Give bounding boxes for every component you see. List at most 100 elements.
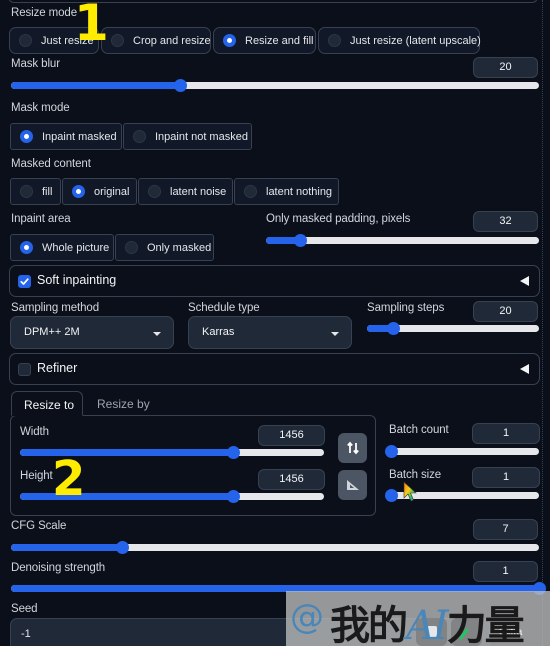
radio-selected-icon [72,185,85,198]
watermark-text-ai: AI [406,603,449,646]
only-masked-padding-input[interactable]: 32 [473,211,538,232]
slider-fill [11,82,180,89]
batch-size-label: Batch size [389,469,442,481]
option-label: Inpaint not masked [155,130,248,143]
sampling-method-value: DPM++ 2M [24,326,80,338]
inpaint-area-only-masked[interactable]: Only masked [115,234,214,261]
only-masked-padding-label: Only masked padding, pixels [266,213,411,225]
option-label: Whole picture [42,241,110,254]
refiner-accordion[interactable]: Refiner [9,353,540,385]
mask-blur-input[interactable]: 20 [473,57,538,78]
soft-inpainting-checkbox[interactable] [18,275,31,288]
cfg-scale-slider[interactable] [11,541,539,554]
slider-thumb[interactable] [226,446,240,459]
inpaint-area-label: Inpaint area [11,213,71,225]
denoising-strength-input[interactable]: 1 [473,561,538,582]
scrollbar-track[interactable] [542,0,543,646]
mask-blur-slider[interactable] [11,79,539,92]
refiner-checkbox[interactable] [18,363,31,376]
schedule-type-dropdown[interactable]: Karras [188,316,352,349]
mask-mode-label: Mask mode [11,102,70,114]
radio-icon [125,241,138,254]
cfg-scale-input[interactable]: 7 [473,519,538,540]
radio-icon [148,185,161,198]
option-label: fill [42,185,53,198]
batch-count-slider[interactable] [385,445,539,458]
only-masked-padding-slider[interactable] [266,234,539,247]
radio-icon [133,130,146,143]
batch-count-input[interactable]: 1 [472,423,540,444]
radio-icon [20,185,33,198]
annotation-number-1: 1 [74,0,109,52]
mask-blur-label: Mask blur [11,58,60,70]
masked-content-fill[interactable]: fill [10,178,61,205]
chevron-down-icon [153,332,161,336]
mask-mode-inpaint-masked[interactable]: Inpaint masked [10,123,122,150]
swap-dimensions-button[interactable] [338,433,367,463]
checkmark-icon [20,278,29,285]
option-label: Just resize (latent upscale) [350,34,481,47]
collapse-triangle-icon[interactable] [520,276,529,286]
sampling-steps-input[interactable]: 20 [473,301,538,322]
batch-count-label: Batch count [389,424,449,436]
resize-mode-resize-and-fill[interactable]: Resize and fill [213,27,316,54]
chevron-down-icon [331,332,339,336]
annotation-number-2: 2 [52,451,86,507]
resize-mode-crop-and-resize[interactable]: Crop and resize [101,27,211,54]
batch-size-input[interactable]: 1 [472,467,540,488]
slider-thumb[interactable] [115,541,129,554]
seed-value: -1 [21,628,31,640]
collapse-triangle-icon[interactable] [520,364,529,374]
mask-mode-radio-group: Inpaint masked Inpaint not masked [10,123,253,150]
height-label: Height [20,470,53,482]
height-input[interactable]: 1456 [258,469,325,490]
option-label: latent nothing [266,185,333,198]
watermark-text-b: 力量 [446,602,525,646]
sampling-steps-slider[interactable] [367,322,539,335]
tab-resize-to[interactable]: Resize to [11,391,83,416]
slider-thumb[interactable] [173,79,187,92]
watermark-at: @ [290,597,324,637]
aspect-ratio-button[interactable] [338,470,367,500]
option-label: Crop and resize [133,34,211,47]
schedule-type-value: Karras [202,326,235,338]
inpaint-area-radio-group: Whole picture Only masked [10,234,215,261]
cfg-scale-label: CFG Scale [11,520,67,532]
option-label: Only masked [147,241,212,254]
soft-inpainting-title: Soft inpainting [37,273,117,287]
sampling-method-dropdown[interactable]: DPM++ 2M [10,316,174,349]
watermark-text: 我的AI力量 [330,593,525,646]
slider-thumb[interactable] [294,234,308,247]
width-input[interactable]: 1456 [258,425,325,446]
swap-dimensions-icon [346,441,359,455]
slider-thumb[interactable] [226,490,240,503]
denoising-strength-label: Denoising strength [11,562,106,574]
seed-label: Seed [11,603,38,615]
slider-thumb[interactable] [386,322,400,335]
resize-mode-latent-upscale[interactable]: Just resize (latent upscale) [318,27,481,54]
watermark-text-a: 我的 [330,602,408,646]
masked-content-latent-nothing[interactable]: latent nothing [234,178,339,205]
option-label: Resize and fill [245,34,314,47]
slider-thumb[interactable] [385,445,398,458]
mask-mode-inpaint-not-masked[interactable]: Inpaint not masked [123,123,252,150]
radio-selected-icon [20,130,33,143]
masked-content-original[interactable]: original [62,178,137,205]
option-label: latent noise [170,185,227,198]
masked-content-label: Masked content [11,158,91,170]
tab-resize-by[interactable]: Resize by [97,397,150,411]
radio-icon [111,34,124,47]
slider-thumb[interactable] [385,489,398,502]
slider-fill [11,544,122,551]
refiner-title: Refiner [37,361,78,375]
schedule-type-label: Schedule type [188,302,260,314]
inpaint-area-whole-picture[interactable]: Whole picture [10,234,114,261]
soft-inpainting-accordion[interactable]: Soft inpainting [9,265,540,297]
radio-icon [244,185,257,198]
masked-content-latent-noise[interactable]: latent noise [138,178,233,205]
sampling-steps-label: Sampling steps [367,302,445,314]
radio-icon [19,34,32,47]
aspect-ratio-icon [346,480,359,490]
sampling-method-label: Sampling method [11,302,99,314]
option-label: original [94,185,130,198]
